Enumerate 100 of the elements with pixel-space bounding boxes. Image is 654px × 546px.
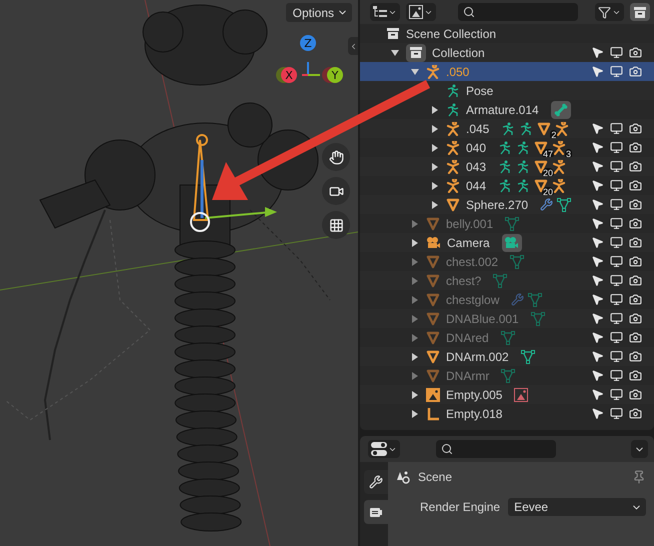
render-camera-icon[interactable] (629, 312, 642, 325)
select-pointer-icon[interactable] (591, 198, 604, 211)
viewport-display-icon[interactable] (610, 122, 623, 135)
object-name: .045 (466, 122, 490, 136)
select-pointer-icon[interactable] (591, 369, 604, 382)
select-pointer-icon[interactable] (591, 160, 604, 173)
camera-data-chip[interactable] (502, 234, 522, 252)
select-pointer-icon[interactable] (591, 255, 604, 268)
select-pointer-icon[interactable] (591, 388, 604, 401)
viewport-display-icon[interactable] (610, 255, 623, 268)
viewport-display-icon[interactable] (610, 274, 623, 287)
search-field[interactable] (458, 3, 578, 21)
select-pointer-icon[interactable] (591, 236, 604, 249)
armature-icon (446, 178, 460, 192)
viewport-display-icon[interactable] (610, 388, 623, 401)
viewport-display-icon[interactable] (610, 46, 623, 59)
render-camera-icon[interactable] (629, 65, 642, 78)
scene-tab[interactable] (364, 500, 388, 524)
select-pointer-icon[interactable] (591, 274, 604, 287)
select-pointer-icon[interactable] (591, 407, 604, 420)
render-camera-icon[interactable] (629, 255, 642, 268)
collection-chip[interactable] (406, 44, 426, 62)
select-pointer-icon[interactable] (591, 350, 604, 363)
axis-handle[interactable]: Y (308, 67, 343, 83)
triangle-mesh-icon (426, 330, 440, 344)
outliner-row[interactable]: .050 (360, 62, 654, 81)
grid-icon (328, 218, 344, 232)
object-name: DNArmr (446, 368, 490, 382)
object-name: chestglow (446, 292, 500, 306)
select-pointer-icon[interactable] (591, 46, 604, 59)
filter-button[interactable] (595, 3, 624, 21)
viewport-display-icon[interactable] (610, 198, 623, 211)
pan-button[interactable] (322, 143, 350, 171)
render-camera-icon[interactable] (629, 46, 642, 59)
options-dropdown[interactable]: Options (286, 3, 352, 22)
viewport-display-icon[interactable] (610, 179, 623, 192)
select-pointer-icon[interactable] (591, 293, 604, 306)
mesh-data-icon (493, 274, 508, 288)
viewport-display-icon[interactable] (610, 236, 623, 249)
viewport-display-icon[interactable] (610, 217, 623, 230)
object-name: 040 (466, 140, 486, 154)
render-camera-icon[interactable] (629, 217, 642, 230)
triangle-mesh-icon (426, 368, 440, 382)
search-icon (441, 443, 453, 455)
render-camera-icon[interactable] (629, 369, 642, 382)
panel-options-button[interactable] (631, 440, 648, 458)
triangle-mesh-icon (426, 254, 440, 268)
axis-handle[interactable]: Z (300, 35, 316, 75)
viewport-display-icon[interactable] (610, 407, 623, 420)
triangle-mesh-icon (426, 274, 440, 288)
filter-icon (598, 6, 611, 18)
armature-icon (426, 64, 440, 78)
triangle-mesh-icon (426, 312, 440, 326)
mesh-data-icon (557, 198, 572, 212)
render-camera-icon[interactable] (629, 331, 642, 344)
render-camera-icon[interactable] (629, 293, 642, 306)
select-pointer-icon[interactable] (591, 331, 604, 344)
tool-tab[interactable] (364, 470, 388, 494)
select-pointer-icon[interactable] (591, 312, 604, 325)
render-engine-dropdown[interactable]: Eevee (508, 498, 646, 516)
pose-figure-icon (498, 178, 512, 192)
viewport-display-icon[interactable] (610, 65, 623, 78)
hand-icon (328, 150, 344, 164)
viewport-display-icon[interactable] (610, 350, 623, 363)
camera-view-button[interactable] (322, 177, 350, 205)
viewport-display-icon[interactable] (610, 312, 623, 325)
search-field[interactable] (436, 440, 556, 458)
select-pointer-icon[interactable] (591, 141, 604, 154)
render-camera-icon[interactable] (629, 388, 642, 401)
projection-toggle[interactable] (322, 211, 350, 239)
object-name: Armature.014 (466, 102, 539, 116)
new-collection-button[interactable] (630, 3, 650, 21)
select-pointer-icon[interactable] (591, 122, 604, 135)
render-camera-icon[interactable] (629, 350, 642, 363)
viewport-display-icon[interactable] (610, 369, 623, 382)
editor-type-button[interactable] (368, 440, 400, 458)
select-pointer-icon[interactable] (591, 217, 604, 230)
select-pointer-icon[interactable] (591, 179, 604, 192)
sidebar-toggle[interactable] (348, 37, 358, 55)
render-camera-icon[interactable] (629, 179, 642, 192)
render-camera-icon[interactable] (629, 236, 642, 249)
field-label: Render Engine (420, 500, 500, 514)
editor-type-button[interactable] (370, 3, 400, 21)
pin-icon[interactable] (632, 470, 646, 484)
render-camera-icon[interactable] (629, 141, 642, 154)
triangle-mesh-icon (426, 216, 440, 230)
viewport-display-icon[interactable] (610, 331, 623, 344)
viewport-display-icon[interactable] (610, 293, 623, 306)
render-camera-icon[interactable] (629, 198, 642, 211)
viewport-display-icon[interactable] (610, 141, 623, 154)
render-camera-icon[interactable] (629, 274, 642, 287)
render-camera-icon[interactable] (629, 407, 642, 420)
render-camera-icon[interactable] (629, 160, 642, 173)
viewport-display-icon[interactable] (610, 160, 623, 173)
display-mode-button[interactable] (406, 3, 436, 21)
search-icon (463, 6, 475, 18)
armature-data-icon (516, 160, 530, 174)
bone-chip[interactable] (550, 100, 571, 118)
select-pointer-icon[interactable] (591, 65, 604, 78)
render-camera-icon[interactable] (629, 122, 642, 135)
